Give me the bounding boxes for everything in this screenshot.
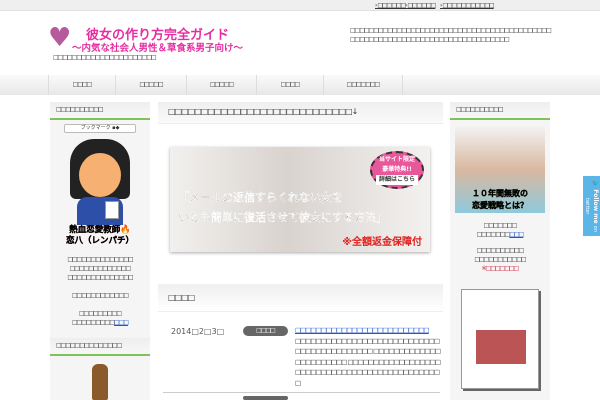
profile-more-link[interactable]: □□□ [114, 319, 129, 326]
left-sidebar: □□□□□□□□□□ ブックマーク ▪◆ 熱血恋愛教師🔥 恋八（レンパチ） □□… [50, 102, 150, 400]
banner-guarantee: ※全額返金保障付 [342, 237, 422, 248]
right-sidebar: □□□□□□□□□□ １０年間無敗の 恋愛戦略とは？ □□□□□□□ □□□□□… [450, 102, 550, 400]
twitter-follow-tab[interactable]: 🐦 Follow me on twitter [583, 176, 600, 236]
profile-line: □□□□□□□□□□□□□□ [67, 274, 133, 281]
top-bar: □□□□□□ □□□□□□ □□□□□□□□□□□ [0, 0, 600, 11]
detective-icon [92, 364, 108, 400]
top-link-2[interactable]: □□□□□□ [405, 2, 436, 9]
site-logo[interactable]: ♥ 彼女の作り方完全ガイド ～内気な社会人男性＆草食系男子向け～ [48, 24, 258, 56]
right-more-link[interactable]: □□□ [509, 231, 524, 238]
right-text: □□□□□□□□□□ [476, 247, 525, 254]
nav-item-5[interactable]: □□□□□□□ [324, 75, 403, 95]
right-note: ※□□□□□□□ [481, 265, 520, 272]
nav-item-4[interactable]: □□□□ [257, 75, 324, 95]
promo-banner[interactable]: 「メールの返信すらくれない女を いとも簡単に復活させて彼女にする方法」 ※全額返… [170, 147, 430, 252]
news-title-link[interactable]: □□□□□□□□□□□□□□□□□□□□□□□□□□ [295, 326, 430, 334]
right-text: □□□□□□□□□□□ [474, 256, 526, 263]
fire-icon: 🔥 [120, 225, 131, 235]
profile-name-1: 熱血恋愛教師🔥 [69, 225, 131, 235]
nav-item-2[interactable]: □□□□□ [116, 75, 187, 95]
news-heading: □□□□ [158, 284, 443, 312]
ad-line-2: 恋愛戦略とは？ [472, 201, 528, 210]
news-date: 2014□2□3□ [171, 327, 225, 336]
site-tagline: □□□□□□□□□□□□□□□□□□□□□□ [53, 54, 157, 61]
main-nav: □□□□ □□□□□ □□□□□ □□□□ □□□□□□□ [0, 75, 600, 95]
right-text: □□□□□□□□□□ [476, 231, 525, 238]
profile-line: □□□□□□□□□□□□□□ [67, 256, 133, 263]
news-item: □□□□□□□□□□□□□□□□□□□□□□□□□□ □□□□□□□□□□□□□… [295, 325, 441, 388]
banner-badge[interactable]: 当サイト限定 豪華特典!! 詳細はこちら [370, 151, 424, 189]
right-text: □□□□□□□ [483, 222, 518, 229]
main-heading: □□□□□□□□□□□□□□□□□□□□□□□□□□□□↓ [158, 102, 443, 124]
top-link-1[interactable]: □□□□□□ [375, 2, 406, 9]
nav-item-3[interactable]: □□□□□ [187, 75, 257, 95]
twitter-icon: 🐦 [592, 180, 599, 188]
logo-subtitle: ～内気な社会人男性＆草食系男子向け～ [72, 43, 244, 54]
profile-line: □□□□□□□□□□□□ [71, 292, 129, 299]
profile-line: □□□□□□□□□□□□ [71, 319, 129, 326]
bookmark-label: ブックマーク [80, 125, 111, 131]
right-heading: □□□□□□□□□□ [450, 102, 550, 120]
news-category-badge[interactable] [243, 396, 288, 400]
twitter-label: Follow me [592, 189, 599, 224]
top-link-3[interactable]: □□□□□□□□□□□ [440, 2, 494, 9]
profile-name-2: 恋八（レンパチ） [65, 236, 134, 246]
banner-line-1: 「メールの返信すらくれない女を [178, 191, 343, 204]
nav-item-1[interactable]: □□□□ [48, 75, 116, 95]
strategy-ad-image[interactable]: １０年間無敗の 恋愛戦略とは？ [455, 126, 545, 213]
ebook-cover[interactable] [461, 289, 539, 389]
banner-line-2: いとも簡単に復活させて彼女にする方法」 [178, 211, 388, 224]
header-description: □□□□□□□□□□□□□□□□□□□□□□□□□□□□□□□□□□□□□□□□… [350, 27, 552, 43]
heart-logo-icon: ♥ [48, 23, 72, 53]
profile-avatar [65, 139, 135, 225]
bookmark-button[interactable]: ブックマーク ▪◆ [64, 124, 136, 133]
profile-line: □□□□□□□□□ [78, 310, 122, 317]
news-category-badge[interactable]: □□□□ [243, 326, 288, 336]
news-divider [163, 392, 440, 393]
ad-line-1: １０年間無敗の [472, 189, 528, 198]
news-excerpt: □□□□□□□□□□□□□□□□□□□□□□□□□□□□□□□□□□□□□□□□… [295, 336, 441, 387]
profile-line: □□□□□□□□□□□□□ [69, 265, 132, 272]
profile-heading: □□□□□□□□□□ [50, 102, 150, 120]
second-heading: □□□□□□□□□□□□□□ [50, 338, 150, 356]
